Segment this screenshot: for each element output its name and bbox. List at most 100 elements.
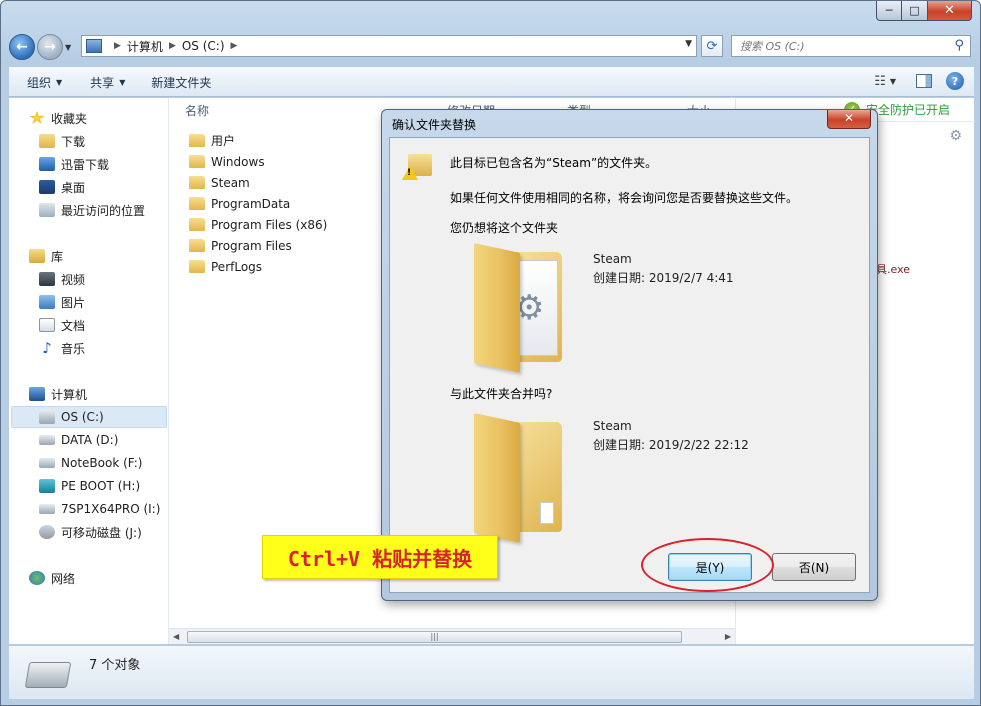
sidebar-item-desktop[interactable]: 桌面: [39, 177, 85, 197]
dialog-body: ! 此目标已包含名为“Steam”的文件夹。 如果任何文件使用相同的名称，将会询…: [389, 137, 870, 593]
sidebar-item-pictures[interactable]: 图片: [39, 292, 85, 312]
recent-places-icon: [39, 203, 55, 217]
new-folder-button[interactable]: 新建文件夹: [151, 74, 211, 91]
file-name: ProgramData: [211, 196, 291, 211]
search-box[interactable]: ⚲: [731, 35, 971, 57]
sidebar-item-label: OS (C:): [61, 410, 104, 424]
breadcrumb-chevron-icon[interactable]: ▶: [231, 41, 238, 51]
file-name: Steam: [211, 175, 250, 190]
sidebar-item-drive-f[interactable]: NoteBook (F:): [39, 453, 142, 473]
security-status-label: 安全防护已开启: [866, 103, 951, 117]
dialog-message-info: 如果任何文件使用相同的名称，将会询问您是否要替换这些文件。: [450, 191, 799, 205]
address-dropdown-icon[interactable]: ▼: [685, 39, 692, 49]
folder-icon: [189, 218, 205, 231]
dialog-merge-question: 与此文件夹合并吗?: [450, 387, 553, 401]
sidebar-item-label: 收藏夹: [51, 111, 88, 126]
file-row[interactable]: ProgramData: [189, 193, 290, 214]
folder-icon: [189, 176, 205, 189]
sidebar-item-label: 图片: [61, 295, 86, 310]
folder-warning-icon: !: [402, 154, 432, 182]
library-icon: [29, 249, 45, 263]
file-row[interactable]: Program Files: [189, 235, 292, 256]
dialog-close-button[interactable]: ✕: [827, 110, 871, 129]
file-row[interactable]: Windows: [189, 151, 265, 172]
destination-folder-date: 创建日期: 2019/2/22 22:12: [593, 438, 749, 452]
sidebar-item-music[interactable]: ♪ 音乐: [39, 338, 85, 358]
dialog-title: 确认文件夹替换: [392, 118, 477, 132]
chevron-down-icon: ▼: [119, 77, 126, 87]
breadcrumb-chevron-icon[interactable]: ▶: [114, 41, 121, 51]
command-bar: 组织 ▼ 共享 ▼ 新建文件夹 ☷ ▼ ?: [9, 67, 974, 97]
folder-icon: [189, 239, 205, 252]
help-icon[interactable]: ?: [946, 72, 964, 90]
desktop-icon: [39, 180, 55, 194]
document-icon: [39, 318, 55, 332]
forward-button[interactable]: →: [37, 34, 63, 60]
dialog-message-exists: 此目标已包含名为“Steam”的文件夹。: [450, 156, 658, 170]
recent-pages-dropdown[interactable]: ▼: [65, 43, 75, 52]
breadcrumb-os-drive[interactable]: OS (C:): [182, 39, 225, 53]
file-row[interactable]: Program Files (x86): [189, 214, 327, 235]
back-button[interactable]: ←: [9, 34, 35, 60]
yes-button-highlight-circle: [641, 538, 774, 592]
computer-icon: [29, 387, 45, 401]
sidebar-item-drive-i[interactable]: 7SP1X64PRO (I:): [39, 499, 160, 519]
sidebar-item-drive-h[interactable]: PE BOOT (H:): [39, 476, 140, 496]
close-window-button[interactable]: ✕: [928, 1, 972, 21]
scroll-left-icon[interactable]: ◀: [173, 632, 179, 641]
maximize-button[interactable]: □: [902, 1, 928, 21]
no-button[interactable]: 否(N): [772, 553, 856, 581]
sidebar-item-xunlei[interactable]: 迅雷下载: [39, 154, 109, 174]
sidebar-item-drive-c[interactable]: OS (C:): [39, 407, 104, 427]
refresh-button[interactable]: ⟳: [701, 35, 723, 57]
instruction-callout: Ctrl+V 粘贴并替换: [262, 535, 498, 579]
sidebar-item-label: 最近访问的位置: [61, 203, 146, 218]
folder-icon: [189, 197, 205, 210]
scrollbar-thumb[interactable]: |||: [187, 631, 682, 643]
sidebar-item-label: 网络: [51, 571, 76, 586]
drive-icon: [24, 662, 72, 688]
share-menu[interactable]: 共享 ▼: [90, 74, 125, 91]
view-options-icon[interactable]: ☷: [874, 74, 886, 89]
sidebar-item-recent[interactable]: 最近访问的位置: [39, 200, 145, 220]
file-row[interactable]: PerfLogs: [189, 256, 262, 277]
organize-menu[interactable]: 组织 ▼: [27, 74, 62, 91]
file-row[interactable]: Steam: [189, 172, 250, 193]
sidebar-item-label: 迅雷下载: [61, 157, 110, 172]
star-icon: [29, 111, 45, 124]
file-name: PerfLogs: [211, 259, 263, 274]
sidebar-item-network[interactable]: 网络: [29, 568, 75, 588]
sidebar-item-label: 7SP1X64PRO (I:): [61, 502, 161, 516]
sidebar-item-documents[interactable]: 文档: [39, 315, 85, 335]
search-icon[interactable]: ⚲: [954, 38, 964, 53]
sidebar-item-label: 计算机: [51, 387, 88, 402]
folder-icon: [189, 260, 205, 273]
new-folder-label: 新建文件夹: [151, 75, 212, 90]
sidebar-item-favorites[interactable]: 收藏夹: [29, 108, 87, 128]
sidebar-item-drive-d[interactable]: DATA (D:): [39, 430, 118, 450]
folder-icon: [189, 155, 205, 168]
view-dropdown-icon[interactable]: ▼: [890, 77, 896, 86]
navigation-pane: 收藏夹 下载 迅雷下载 桌面 最近访问的位置 库 视频 图片 文档 ♪ 音乐 计…: [9, 98, 169, 644]
sidebar-item-downloads[interactable]: 下载: [39, 131, 85, 151]
sidebar-item-libraries[interactable]: 库: [29, 246, 63, 266]
horizontal-scrollbar[interactable]: ◀ ||| ▶: [169, 628, 735, 644]
breadcrumb-computer[interactable]: 计算机: [127, 38, 163, 55]
preview-pane-icon[interactable]: [916, 74, 932, 88]
breadcrumb-chevron-icon[interactable]: ▶: [169, 41, 176, 51]
file-row[interactable]: 用户: [189, 130, 235, 151]
confirm-folder-replace-dialog: 确认文件夹替换 ✕ ! 此目标已包含名为“Steam”的文件夹。 如果任何文件使…: [381, 109, 878, 601]
source-folder-icon: ⚙: [470, 243, 566, 373]
sidebar-item-computer[interactable]: 计算机: [29, 384, 87, 404]
sidebar-item-label: NoteBook (F:): [61, 456, 143, 470]
column-header-name[interactable]: 名称: [185, 98, 209, 122]
folder-icon: [189, 134, 205, 147]
sidebar-item-videos[interactable]: 视频: [39, 269, 85, 289]
address-bar[interactable]: ▶ 计算机 ▶ OS (C:) ▶ ▼: [81, 35, 697, 57]
scroll-right-icon[interactable]: ▶: [725, 632, 731, 641]
sidebar-item-drive-j[interactable]: 可移动磁盘 (J:): [39, 522, 142, 542]
search-input[interactable]: [740, 39, 940, 53]
minimize-button[interactable]: ─: [876, 1, 902, 21]
gear-icon[interactable]: ⚙: [949, 128, 962, 144]
file-name: Windows: [211, 154, 265, 169]
